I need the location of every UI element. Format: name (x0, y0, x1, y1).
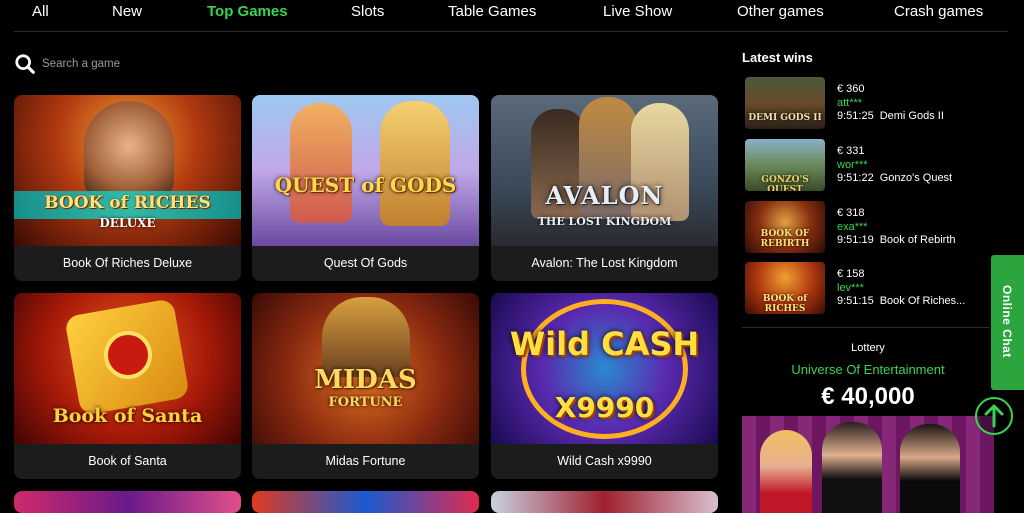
game-logo: MIDAS (314, 365, 417, 395)
search-input[interactable] (42, 58, 282, 70)
game-title: Book of Santa (14, 444, 241, 479)
tab-live-show[interactable]: Live Show (603, 3, 672, 20)
game-thumbnail (252, 491, 479, 513)
search-bar (14, 52, 314, 76)
online-chat-label: Online Chat (1000, 285, 1014, 358)
win-amount: € 331 (837, 145, 865, 157)
win-game: Gonzo's Quest (879, 172, 953, 184)
game-card-avalon[interactable]: AVALON THE LOST KINGDOM Avalon: The Lost… (491, 95, 718, 281)
wins-divider (742, 327, 990, 328)
game-logo-sub: X9990 (554, 391, 655, 424)
win-user: exa*** (837, 221, 868, 233)
win-game: Demi Gods II (879, 110, 944, 122)
game-thumbnail: AVALON THE LOST KINGDOM (491, 95, 718, 246)
game-card-book-of-santa[interactable]: Book of Santa Book of Santa (14, 293, 241, 479)
win-user: lev*** (837, 282, 864, 294)
latest-win-item[interactable]: BOOK OF REBIRTH € 318 exa*** 9:51:19 Book… (745, 201, 985, 253)
tab-other-games[interactable]: Other games (737, 3, 824, 20)
game-title: Midas Fortune (252, 444, 479, 479)
game-title: Quest Of Gods (252, 246, 479, 281)
game-logo: Book of Santa (52, 405, 203, 427)
game-logo: AVALON (545, 181, 664, 210)
win-time: 9:51:15 (837, 295, 874, 307)
win-meta: 9:51:15 Book Of Riches... (837, 295, 965, 307)
game-card-quest-of-gods[interactable]: QUEST of GODS Quest Of Gods (252, 95, 479, 281)
game-title: Wild Cash x9990 (491, 444, 718, 479)
win-amount: € 360 (837, 83, 865, 95)
game-thumbnail: QUEST of GODS (252, 95, 479, 246)
tab-new[interactable]: New (112, 3, 142, 20)
win-thumbnail: BOOK OF REBIRTH (745, 201, 825, 253)
game-logo-sub: THE LOST KINGDOM (537, 215, 672, 228)
win-thumbnail: GONZO'S QUEST (745, 139, 825, 191)
win-meta: 9:51:19 Book of Rebirth (837, 234, 956, 246)
win-amount: € 158 (837, 268, 865, 280)
lottery-amount: € 40,000 (821, 383, 915, 410)
tab-table-games[interactable]: Table Games (448, 3, 536, 20)
win-meta: 9:51:25 Demi Gods II (837, 110, 944, 122)
arrow-up-icon (984, 404, 1004, 428)
online-chat-button[interactable]: Online Chat (991, 255, 1024, 390)
win-thumbnail: BOOK of RICHES (745, 262, 825, 314)
game-logo: BOOK of RICHES (44, 193, 211, 213)
game-card-partial[interactable] (252, 491, 479, 513)
win-meta: 9:51:22 Gonzo's Quest (837, 172, 952, 184)
game-card-midas-fortune[interactable]: MIDAS FORTUNE Midas Fortune (252, 293, 479, 479)
lottery-label: Lottery (851, 342, 885, 354)
win-time: 9:51:22 (837, 172, 874, 184)
lottery-name[interactable]: Universe Of Entertainment (742, 362, 994, 377)
game-thumbnail (491, 491, 718, 513)
game-logo: QUEST of GODS (274, 173, 457, 197)
latest-win-item[interactable]: GONZO'S QUEST € 331 wor*** 9:51:22 Gonzo'… (745, 139, 985, 191)
lottery-banner[interactable] (742, 416, 994, 513)
game-thumbnail: MIDAS FORTUNE (252, 293, 479, 444)
game-thumbnail (14, 491, 241, 513)
win-game: Book Of Riches... (879, 295, 966, 307)
category-nav: All New Top Games Slots Table Games Live… (0, 0, 1024, 28)
search-icon[interactable] (14, 53, 36, 75)
latest-win-item[interactable]: BOOK of RICHES € 158 lev*** 9:51:15 Book … (745, 262, 985, 314)
game-thumbnail: BOOK of RICHES DELUXE (14, 95, 241, 246)
tab-all[interactable]: All (32, 3, 49, 20)
tab-crash-games[interactable]: Crash games (894, 3, 983, 20)
win-game: Book of Rebirth (879, 234, 956, 246)
scroll-to-top-button[interactable] (975, 397, 1013, 435)
game-card-wild-cash[interactable]: Wild CASH X9990 Wild Cash x9990 (491, 293, 718, 479)
game-title: Avalon: The Lost Kingdom (491, 246, 718, 281)
game-card-book-of-riches-deluxe[interactable]: BOOK of RICHES DELUXE Book Of Riches Del… (14, 95, 241, 281)
tab-top-games[interactable]: Top Games (207, 3, 288, 20)
latest-wins-title: Latest wins (742, 50, 813, 65)
win-time: 9:51:19 (837, 234, 874, 246)
nav-divider (14, 31, 1008, 32)
game-thumbnail: Wild CASH X9990 (491, 293, 718, 444)
game-thumbnail: Book of Santa (14, 293, 241, 444)
game-title: Book Of Riches Deluxe (14, 246, 241, 281)
tab-slots[interactable]: Slots (351, 3, 384, 20)
game-logo-sub: FORTUNE (328, 395, 403, 410)
latest-win-item[interactable]: DEMI GODS II € 360 att*** 9:51:25 Demi Go… (745, 77, 985, 129)
win-thumbnail: DEMI GODS II (745, 77, 825, 129)
win-user: wor*** (837, 159, 868, 171)
game-logo-sub: DELUXE (99, 216, 156, 230)
win-time: 9:51:25 (837, 110, 874, 122)
game-card-partial[interactable] (14, 491, 241, 513)
game-card-partial[interactable] (491, 491, 718, 513)
win-user: att*** (837, 97, 863, 109)
game-logo: Wild CASH (509, 325, 700, 363)
win-amount: € 318 (837, 207, 865, 219)
